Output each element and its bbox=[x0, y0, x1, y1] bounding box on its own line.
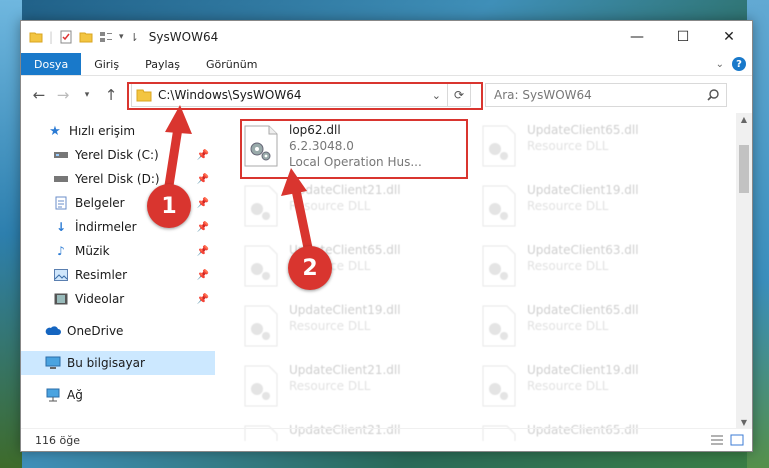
step-2-badge: 2 bbox=[288, 246, 332, 290]
arrow-head-1 bbox=[165, 105, 192, 134]
step-1-badge: 1 bbox=[147, 184, 191, 228]
annotation-arrows bbox=[163, 105, 313, 253]
arrow-head-2 bbox=[281, 168, 307, 196]
